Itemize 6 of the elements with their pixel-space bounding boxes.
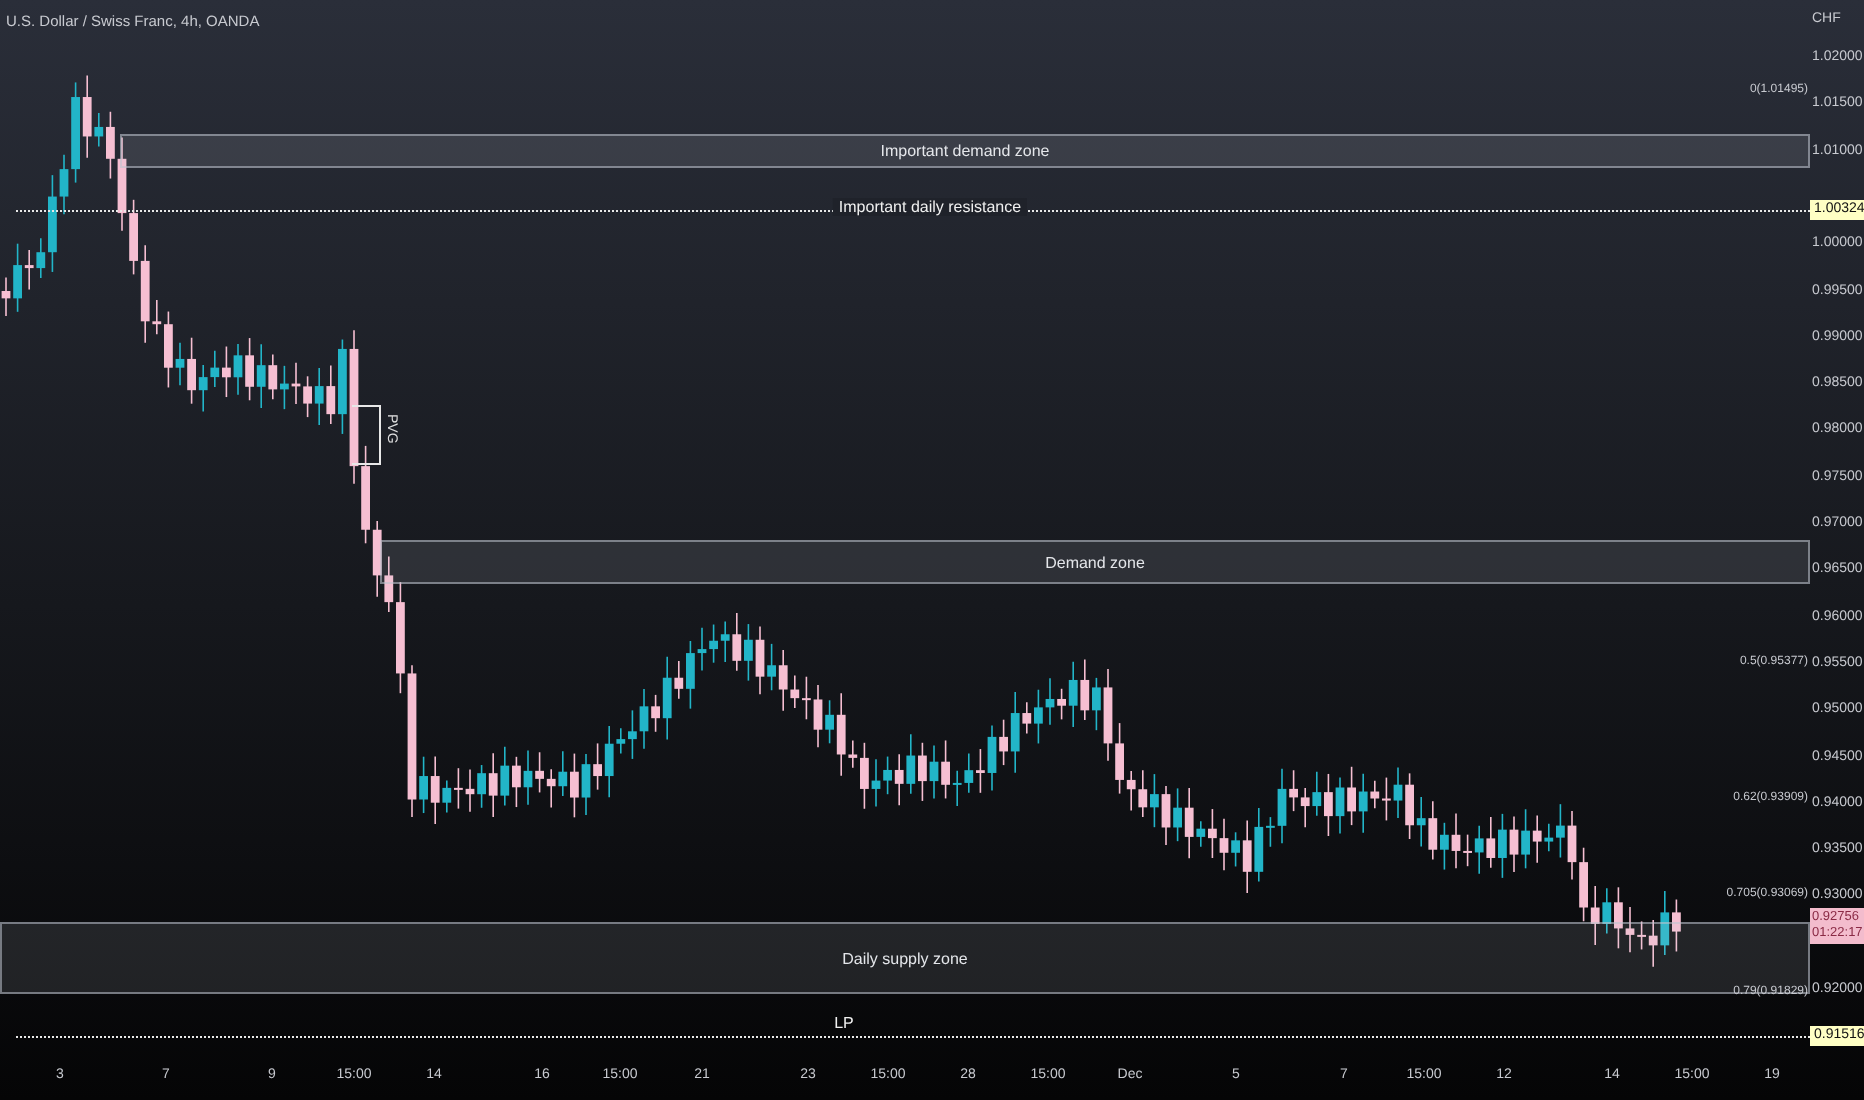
level-label: Important daily resistance [832, 198, 1028, 216]
zone-label: Daily supply zone [842, 949, 968, 967]
zone-label: Demand zone [1045, 553, 1145, 571]
zone-label: Important demand zone [880, 142, 1050, 160]
gap-bracket [351, 405, 381, 465]
level-label: LP [832, 1014, 856, 1032]
